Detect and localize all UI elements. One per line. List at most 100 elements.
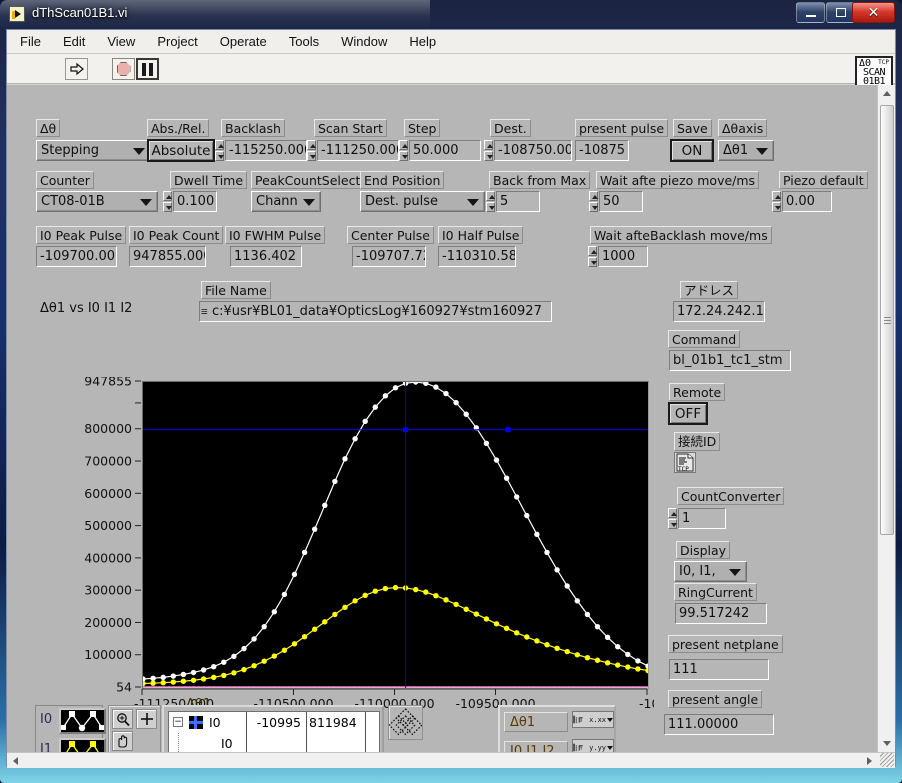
dwell-time-input[interactable]: 0.100 bbox=[173, 191, 217, 212]
pause-icon[interactable] bbox=[136, 58, 159, 80]
backlash-input[interactable]: -115250.000 bbox=[225, 140, 307, 161]
cursor-legend[interactable]: − I0 -10995 811984 I0 bbox=[162, 705, 384, 752]
i0-half-pulse-indicator: -110310.58 bbox=[438, 246, 516, 267]
abort-stop-icon[interactable] bbox=[112, 58, 135, 80]
counter-ring[interactable]: CT08-01B bbox=[36, 191, 158, 212]
run-arrow-icon[interactable] bbox=[65, 58, 88, 80]
scan-start-spinner[interactable] bbox=[307, 140, 316, 161]
menu-bar: File Edit View Project Operate Tools Win… bbox=[7, 30, 895, 54]
scroll-down-icon[interactable] bbox=[878, 735, 895, 752]
label-count-converter: CountConverter bbox=[677, 487, 785, 505]
step-spinner[interactable] bbox=[399, 140, 408, 161]
address-input[interactable]: 172.24.242.1 bbox=[673, 301, 765, 322]
vertical-scrollbar[interactable] bbox=[877, 85, 895, 752]
chevron-down-icon[interactable] bbox=[607, 717, 613, 722]
scale-legend[interactable]: Δθ1 I0,I1.I2 X x.xx Y y.yy bbox=[498, 705, 616, 752]
menu-view[interactable]: View bbox=[104, 32, 138, 51]
label-piezo-default: Piezo default bbox=[779, 171, 868, 189]
wait-backlash-spinner[interactable] bbox=[588, 246, 597, 267]
backlash-spinner[interactable] bbox=[215, 140, 224, 161]
vertical-scroll-thumb[interactable] bbox=[880, 105, 894, 535]
zoom-tool-icon[interactable] bbox=[112, 709, 133, 729]
dtheta-axis-ring[interactable]: Δθ1 bbox=[718, 140, 774, 161]
save-toggle-button[interactable]: ON bbox=[670, 139, 714, 162]
scroll-left-icon[interactable] bbox=[7, 753, 23, 768]
file-path-input[interactable]: c:¥usr¥BL01_data¥OpticsLog¥160927¥stm160… bbox=[199, 301, 552, 322]
dtheta-mode-ring[interactable]: Stepping bbox=[36, 140, 151, 161]
scroll-right-icon[interactable] bbox=[861, 753, 877, 768]
tree-expander-icon[interactable]: − bbox=[173, 717, 183, 727]
menu-edit[interactable]: Edit bbox=[60, 32, 88, 51]
command-input[interactable]: bl_01b1_tc1_stm bbox=[669, 350, 791, 371]
cursor-legend-table[interactable]: − I0 -10995 811984 I0 bbox=[168, 711, 380, 752]
chevron-down-icon bbox=[467, 199, 479, 206]
menu-file[interactable]: File bbox=[17, 32, 44, 51]
present-netplane-indicator: 111 bbox=[669, 659, 769, 680]
horizontal-scrollbar[interactable] bbox=[7, 752, 895, 768]
menu-project[interactable]: Project bbox=[154, 32, 200, 51]
graph-title: Δθ1 vs I0 I1 I2 bbox=[40, 301, 133, 316]
remote-toggle-button[interactable]: OFF bbox=[668, 402, 708, 425]
cursor-legend-row[interactable]: I0 bbox=[169, 733, 379, 752]
label-i0-half-pulse: I0 Half Pulse bbox=[438, 226, 524, 244]
menu-help[interactable]: Help bbox=[406, 32, 439, 51]
label-conn-id: 接続ID bbox=[674, 432, 721, 451]
svg-text:947855: 947855 bbox=[84, 377, 132, 389]
svg-text:Y: Y bbox=[580, 746, 583, 751]
xy-graph[interactable]: 947855 800000 700000 600000 500000 400000 3000… bbox=[34, 377, 654, 717]
end-position-ring[interactable]: Dest. pulse bbox=[360, 191, 485, 212]
label-backlash: Backlash bbox=[221, 119, 285, 137]
scroll-up-icon[interactable] bbox=[878, 85, 895, 102]
wait-piezo-input[interactable]: 50 bbox=[599, 191, 643, 212]
plot-legend[interactable]: I0 I1 I2 bbox=[35, 705, 106, 752]
label-peak-count-select: PeakCountSelect bbox=[251, 171, 365, 189]
chevron-down-icon[interactable] bbox=[607, 745, 613, 750]
plot-legend-name-i1: I1 bbox=[40, 742, 53, 752]
close-button[interactable]: ✕ bbox=[852, 2, 895, 23]
y-scale-format-icon[interactable]: Y y.yy bbox=[572, 739, 614, 752]
label-file-name: File Name bbox=[201, 281, 271, 299]
dest-input[interactable]: -108750.00 bbox=[494, 140, 572, 161]
wait-piezo-spinner[interactable] bbox=[589, 191, 598, 212]
dwell-time-spinner[interactable] bbox=[163, 191, 172, 212]
menu-window[interactable]: Window bbox=[338, 32, 390, 51]
label-i0-fwhm-pulse: I0 FWHM Pulse bbox=[225, 226, 326, 244]
peak-count-select-ring[interactable]: Chann bbox=[251, 191, 321, 212]
abs-rel-button[interactable]: Absolute bbox=[147, 139, 215, 162]
graph-tool-palette[interactable] bbox=[108, 705, 161, 752]
menu-tools[interactable]: Tools bbox=[286, 32, 322, 51]
dest-spinner[interactable] bbox=[484, 140, 493, 161]
label-present-netplane: present netplane bbox=[668, 635, 783, 653]
count-converter-spinner[interactable] bbox=[668, 508, 677, 529]
display-ring[interactable]: I0, I1, bbox=[674, 561, 747, 582]
step-input[interactable]: 50.000 bbox=[409, 140, 481, 161]
back-from-max-input[interactable]: 5 bbox=[496, 191, 540, 212]
x-scale-format-icon[interactable]: X x.xx bbox=[572, 711, 614, 728]
label-scan-start: Scan Start bbox=[314, 119, 387, 137]
piezo-default-spinner[interactable] bbox=[772, 191, 781, 212]
dtheta-mode-value: Stepping bbox=[41, 143, 99, 158]
menu-operate[interactable]: Operate bbox=[217, 32, 270, 51]
plot-legend-style-i1[interactable] bbox=[59, 738, 106, 752]
label-ring-current: RingCurrent bbox=[674, 583, 757, 601]
svg-text:-108750: -108750 bbox=[639, 696, 654, 711]
toolbar: ? TCP ΔΘ SCAN 01B1 bbox=[7, 54, 895, 102]
maximize-button[interactable] bbox=[826, 2, 855, 23]
piezo-default-input[interactable]: 0.00 bbox=[782, 191, 832, 212]
scan-start-input[interactable]: -111250.000 bbox=[317, 140, 399, 161]
plot-legend-style-i0[interactable] bbox=[59, 708, 106, 734]
wait-backlash-input[interactable]: 1000 bbox=[598, 246, 648, 267]
svg-text:500000: 500000 bbox=[84, 518, 132, 533]
title-bar[interactable]: dThScan01B1.vi ✕ bbox=[0, 0, 902, 29]
cursor-move-diamond-icon[interactable] bbox=[388, 705, 423, 740]
pan-hand-icon[interactable] bbox=[112, 731, 133, 751]
minimize-button[interactable] bbox=[796, 2, 825, 23]
svg-text:200000: 200000 bbox=[84, 615, 132, 630]
back-from-max-spinner[interactable] bbox=[486, 191, 495, 212]
cursor-crosshair-icon[interactable] bbox=[136, 709, 157, 729]
count-converter-input[interactable]: 1 bbox=[678, 508, 726, 529]
tcp-refnum-icon[interactable]: TCP bbox=[674, 452, 696, 473]
cursor-legend-row[interactable]: − I0 -10995 811984 bbox=[169, 712, 379, 733]
resize-grip[interactable] bbox=[880, 753, 894, 767]
ring-current-indicator: 99.517242 bbox=[675, 603, 767, 624]
